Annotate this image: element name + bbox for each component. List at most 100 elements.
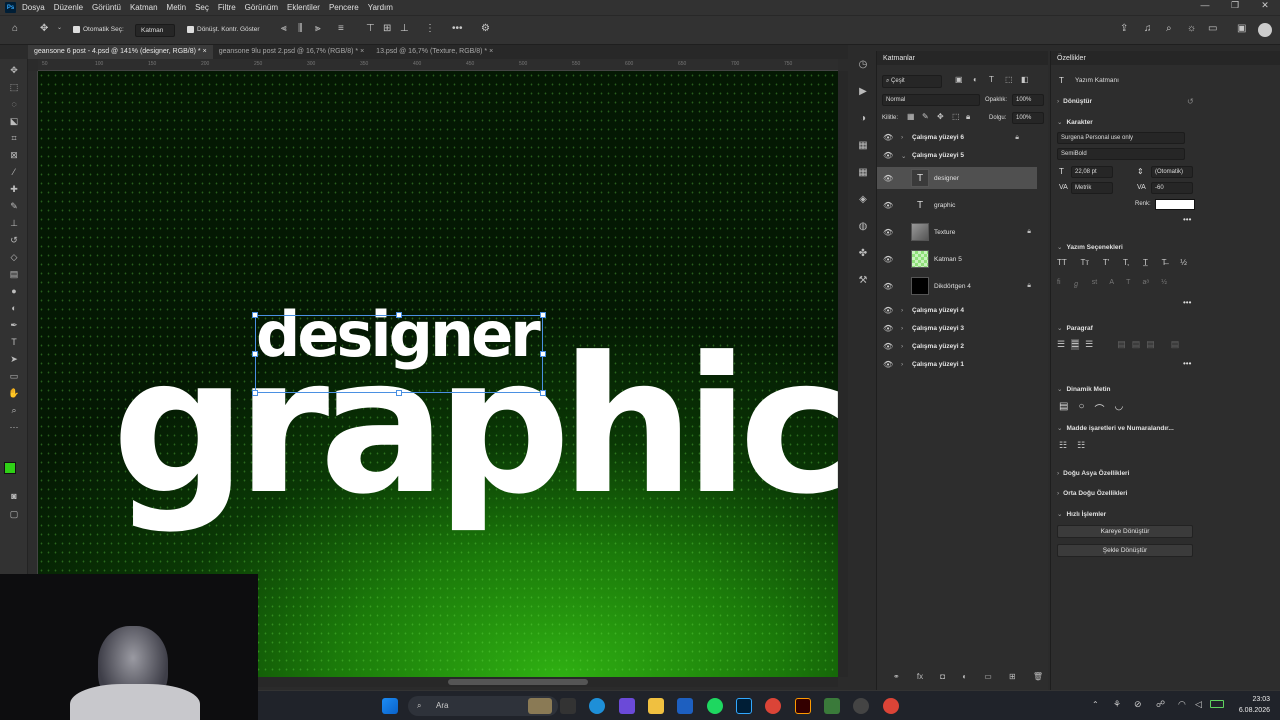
section-typography[interactable]: ⌄ Yazım Seçenekleri — [1057, 243, 1123, 251]
lasso-tool-icon[interactable]: ◌ — [6, 97, 22, 111]
link-layers-icon[interactable]: ⚭ — [893, 672, 900, 681]
mute-icon[interactable]: ⊘ — [1134, 699, 1142, 710]
transform-handle[interactable] — [252, 351, 258, 357]
justify-right-icon[interactable]: ▤ — [1146, 339, 1155, 350]
underline-icon[interactable]: T̲ — [1143, 258, 1148, 267]
adjustments-icon[interactable]: ◑ — [852, 105, 874, 132]
all-caps-icon[interactable]: TT — [1057, 258, 1067, 267]
frame-tool-icon[interactable]: ⊠ — [6, 148, 22, 162]
discover-icon[interactable]: ☼ — [1187, 24, 1196, 34]
visibility-eye-icon[interactable]: 👁︎ — [883, 174, 893, 183]
more-options-icon[interactable]: ••• — [1183, 298, 1191, 307]
actions-icon[interactable]: ▶ — [852, 78, 874, 105]
app-icon[interactable] — [677, 698, 693, 714]
numbered-list-icon[interactable]: ☷ — [1077, 440, 1085, 451]
menu-image[interactable]: Görüntü — [92, 3, 121, 12]
align-right-icon[interactable]: ⫸ — [315, 24, 321, 34]
home-icon[interactable]: ⌂ — [12, 24, 18, 34]
layer-group[interactable]: 👁︎ › Çalışma yüzeyi 4 — [877, 302, 1037, 319]
new-layer-icon[interactable]: ⊞ — [1009, 672, 1016, 681]
section-quick-actions[interactable]: ⌄ Hızlı İşlemler — [1057, 510, 1106, 518]
transform-controls-checkbox[interactable]: Dönüşt. Kontr. Göster — [187, 26, 260, 33]
ornament-icon[interactable]: A — [1109, 279, 1114, 289]
menu-help[interactable]: Yardım — [368, 3, 393, 12]
menu-window[interactable]: Pencere — [329, 3, 359, 12]
blend-mode-dropdown[interactable]: Normal — [882, 94, 980, 106]
layer-group[interactable]: 👁︎ ⌄ Çalışma yüzeyi 5 — [877, 147, 1037, 164]
fill-field[interactable]: 100% — [1012, 112, 1044, 124]
arrange-icon[interactable]: ▣ — [1237, 24, 1246, 34]
close-icon[interactable]: × — [489, 48, 493, 55]
blur-tool-icon[interactable]: ● — [6, 284, 22, 298]
ligature-icon[interactable]: fi — [1057, 279, 1061, 289]
menu-type[interactable]: Metin — [167, 3, 187, 12]
marquee-tool-icon[interactable]: ⬚ — [6, 80, 22, 94]
move-tool-icon[interactable]: ✥ — [6, 63, 22, 77]
section-transform[interactable]: › Dönüştür — [1057, 98, 1092, 105]
transform-handle[interactable] — [252, 312, 258, 318]
chevron-right-icon[interactable]: › — [901, 361, 903, 368]
stamp-tool-icon[interactable]: ⊥ — [6, 216, 22, 230]
wifi-icon[interactable]: ◠ — [1178, 699, 1186, 710]
close-icon[interactable]: × — [203, 48, 207, 55]
bullet-list-icon[interactable]: ☷ — [1059, 440, 1067, 451]
distribute-vertical-icon[interactable]: ⋮ — [425, 24, 435, 34]
more-options-icon[interactable]: ••• — [1183, 215, 1191, 224]
quick-mask-icon[interactable]: ◙ — [6, 489, 22, 503]
new-group-icon[interactable]: ▭ — [984, 672, 992, 681]
system-tray-icon[interactable]: ☍ — [1156, 699, 1165, 710]
align-right-icon[interactable]: ☰ — [1085, 339, 1093, 350]
opacity-field[interactable]: 100% — [1012, 94, 1044, 106]
gradient-tool-icon[interactable]: ▤ — [6, 267, 22, 281]
shape-filter-icon[interactable]: ⬚ — [1005, 76, 1013, 84]
text-arc-down-icon[interactable]: ◡ — [1115, 401, 1124, 416]
more-tools-icon[interactable]: ⋯ — [6, 420, 22, 434]
add-mask-icon[interactable]: ◘ — [940, 672, 945, 681]
battery-icon[interactable] — [1210, 700, 1224, 708]
kerning-field[interactable]: Metrik — [1071, 182, 1113, 194]
bell-icon[interactable]: ♫ — [1144, 24, 1152, 34]
visibility-eye-icon[interactable]: 👁︎ — [883, 360, 893, 369]
dodge-tool-icon[interactable]: ◐ — [6, 301, 22, 315]
path-select-icon[interactable]: ➤ — [6, 352, 22, 366]
illustrator-icon[interactable] — [795, 698, 811, 714]
gear-icon[interactable]: ⚙ — [481, 24, 490, 34]
transform-handle[interactable] — [252, 390, 258, 396]
align-bottom-icon[interactable]: ⊥ — [400, 24, 409, 34]
visibility-eye-icon[interactable]: 👁︎ — [883, 133, 893, 142]
brushes-icon[interactable]: ✤ — [852, 240, 874, 267]
pen-tool-icon[interactable]: ✒ — [6, 318, 22, 332]
avatar[interactable] — [1258, 23, 1272, 37]
close-icon[interactable]: × — [360, 48, 364, 55]
layer-row-katman-5[interactable]: 👁︎ Katman 5 — [877, 248, 1037, 270]
swatches-icon[interactable]: ▦ — [852, 159, 874, 186]
chrome-icon[interactable] — [765, 698, 781, 714]
lock-artboard-icon[interactable]: ⬚ — [952, 113, 960, 121]
section-dynamic-text[interactable]: ⌄ Dinamik Metin — [1057, 385, 1111, 393]
visibility-eye-icon[interactable]: 👁︎ — [883, 151, 893, 160]
align-center-icon[interactable]: ☰ — [1071, 339, 1080, 350]
type-tool-icon[interactable]: T — [6, 335, 22, 349]
lock-position-icon[interactable]: ✥ — [937, 113, 944, 121]
volume-icon[interactable]: ◁ — [1195, 699, 1202, 710]
visibility-eye-icon[interactable]: 👁︎ — [883, 201, 893, 210]
titling-icon[interactable]: T — [1126, 279, 1130, 289]
auto-select-dropdown[interactable]: Katman — [135, 24, 175, 37]
more-options-icon[interactable]: ••• — [1183, 359, 1191, 368]
layer-group[interactable]: 👁︎ › Çalışma yüzeyi 3 — [877, 320, 1037, 337]
font-family-dropdown[interactable]: Surgena Personal use only — [1057, 132, 1185, 144]
section-bullets[interactable]: ⌄ Madde işaretleri ve Numaralandır... — [1057, 424, 1174, 432]
smart-filter-icon[interactable]: ◧ — [1021, 76, 1029, 84]
image-filter-icon[interactable]: ▣ — [955, 76, 963, 84]
menu-file[interactable]: Dosya — [22, 3, 45, 12]
subscript-icon[interactable]: T, — [1123, 258, 1129, 267]
lock-all-icon[interactable]: 🔒︎ — [966, 113, 970, 121]
align-middle-icon[interactable]: ⊞ — [383, 24, 391, 34]
glyphs-icon[interactable]: ◍ — [852, 213, 874, 240]
task-view-icon[interactable] — [560, 698, 576, 714]
convert-to-shape-button[interactable]: Şekle Dönüştür — [1057, 544, 1193, 557]
chevron-up-icon[interactable]: ⌃ — [1092, 700, 1099, 709]
text-circle-icon[interactable]: ○ — [1078, 401, 1084, 416]
swash-icon[interactable]: ℊ — [1073, 279, 1080, 289]
brush-tool-icon[interactable]: ✎ — [6, 199, 22, 213]
